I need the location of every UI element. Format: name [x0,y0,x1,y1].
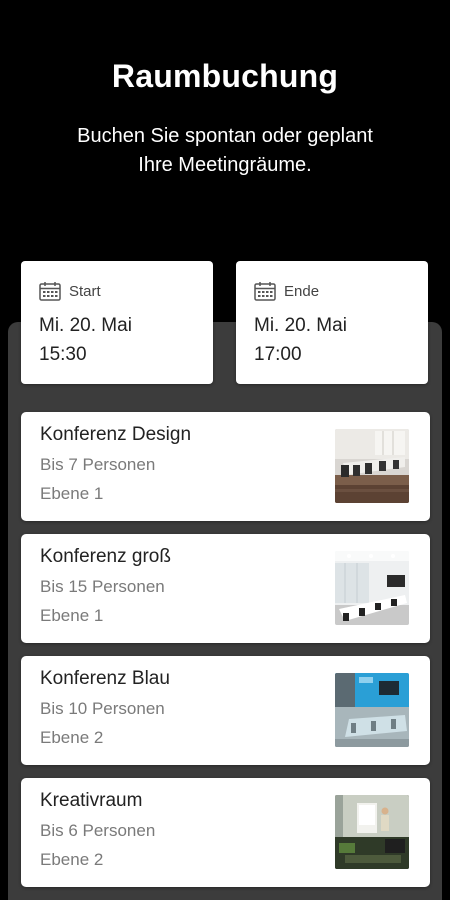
room-name: Kreativraum [40,790,143,811]
room-capacity: Bis 7 Personen [40,455,156,474]
page-title: Raumbuchung [111,58,339,94]
room-name: Konferenz Blau [40,668,170,689]
start-date: Mi. 20. Mai [39,315,132,336]
calendar-icon [39,282,61,301]
page-subtitle: Buchen Sie spontan oder geplant Ihre Mee… [40,122,410,180]
end-date-header: Ende [254,281,319,301]
end-time: 17:00 [254,344,302,365]
start-value: Mi. 20. Mai 15:30 [39,311,132,369]
room-capacity: Bis 6 Personen [40,821,156,840]
room-card-konferenz-design[interactable]: Konferenz Design Bis 7 Personen Ebene 1 [21,412,430,521]
room-photo [335,551,409,625]
subtitle-line-2: Ihre Meetingräume. [138,154,312,176]
start-date-header: Start [39,281,101,301]
end-date-card[interactable]: Ende Mi. 20. Mai 17:00 [236,261,428,384]
room-level: Ebene 2 [40,728,104,747]
room-level: Ebene 2 [40,850,104,869]
room-card-konferenz-blau[interactable]: Konferenz Blau Bis 10 Personen Ebene 2 [21,656,430,765]
end-label: Ende [284,282,320,300]
room-card-kreativraum[interactable]: Kreativraum Bis 6 Personen Ebene 2 [21,778,430,887]
room-card-konferenz-gross[interactable]: Konferenz groß Bis 15 Personen Ebene 1 [21,534,430,643]
start-date-card[interactable]: Start Mi. 20. Mai 15:30 [21,261,213,384]
room-photo [335,673,409,747]
room-name: Konferenz Design [40,424,192,445]
room-photo [335,429,409,503]
calendar-icon [254,282,276,301]
room-capacity: Bis 10 Personen [40,699,165,718]
start-label: Start [69,282,101,300]
room-name: Konferenz groß [40,546,171,567]
subtitle-line-1: Buchen Sie spontan oder geplant [77,125,373,147]
room-level: Ebene 1 [40,606,104,625]
end-value: Mi. 20. Mai 17:00 [254,311,347,369]
room-photo [335,795,409,869]
room-capacity: Bis 15 Personen [40,577,165,596]
room-level: Ebene 1 [40,484,104,503]
end-date: Mi. 20. Mai [254,315,347,336]
start-time: 15:30 [39,344,87,365]
